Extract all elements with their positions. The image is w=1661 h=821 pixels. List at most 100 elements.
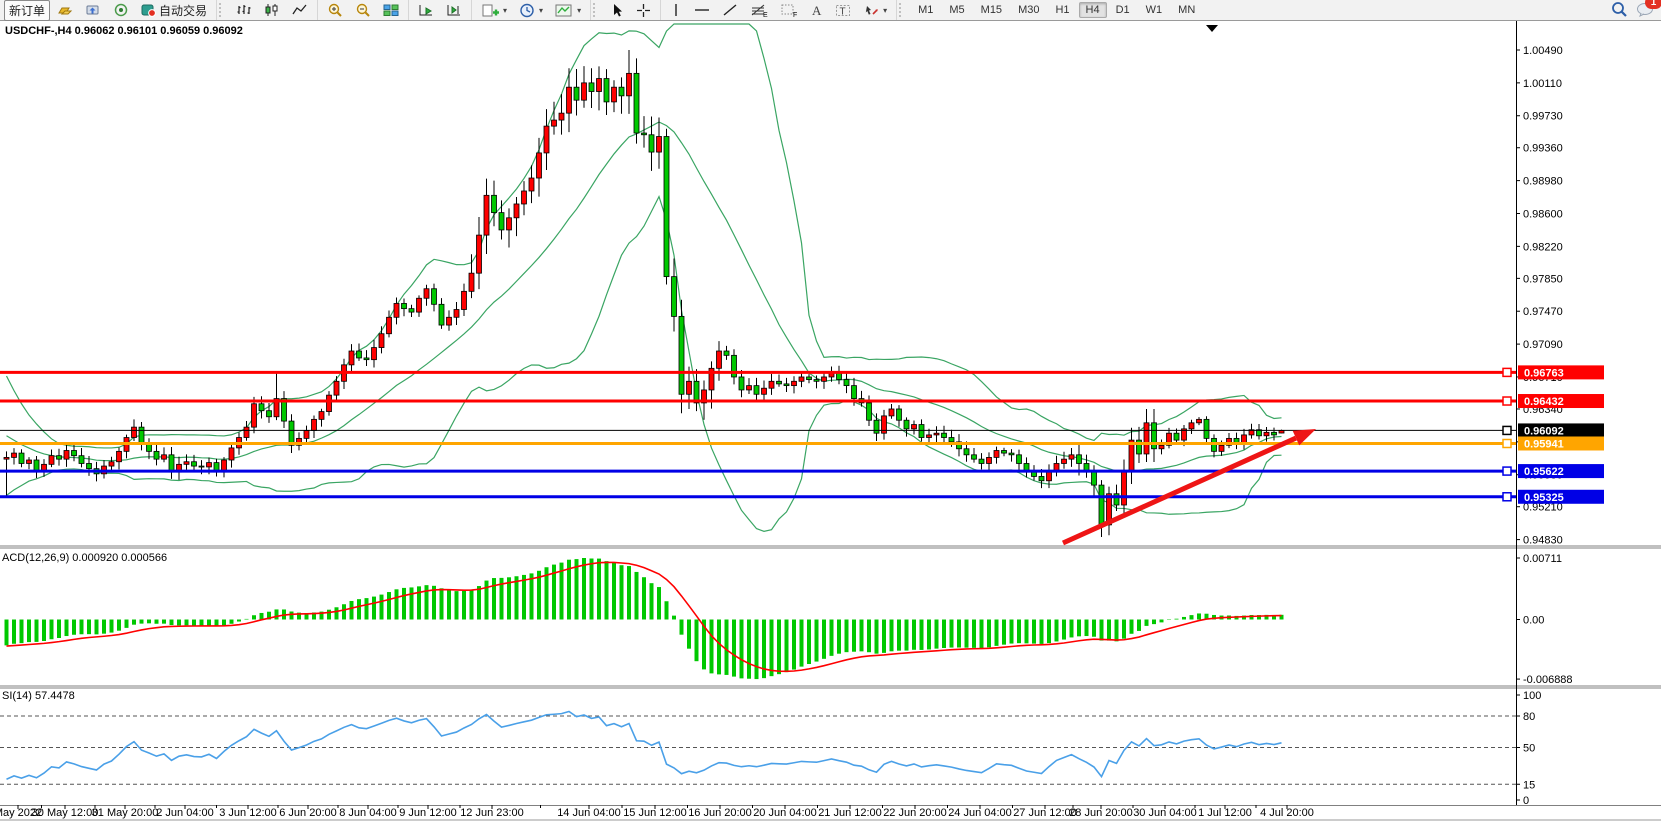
candle (972, 455, 977, 459)
search-icon[interactable] (1611, 1, 1628, 20)
cursor-icon[interactable] (605, 1, 629, 20)
price-tick-label: 0.97850 (1523, 273, 1563, 285)
candle (934, 433, 939, 435)
candle (259, 404, 264, 411)
tile-windows-icon[interactable] (378, 1, 404, 19)
price-chart[interactable]: 1.004901.001100.997300.993600.989800.986… (0, 21, 1661, 821)
level-line-anchor[interactable] (1503, 426, 1511, 434)
fibonacci-icon[interactable]: E (745, 1, 773, 20)
candle (132, 427, 137, 437)
candle (87, 463, 92, 468)
candle (949, 438, 954, 442)
candle (1099, 485, 1104, 525)
signal-broadcast-icon[interactable] (108, 1, 134, 19)
candle (1062, 459, 1067, 463)
candle (814, 380, 819, 382)
level-line-anchor[interactable] (1503, 493, 1511, 501)
order-group: 新订单 自动交易 (0, 0, 217, 20)
new-order-label: 新订单 (9, 2, 45, 19)
template-dropdown-arrow: ▾ (577, 6, 581, 15)
terminal-upload-icon[interactable] (80, 1, 106, 19)
candle (1092, 472, 1097, 485)
timeframe-m5[interactable]: M5 (942, 2, 971, 18)
timeframe-h1[interactable]: H1 (1048, 2, 1076, 18)
candle (514, 204, 519, 218)
horizontal-line-icon[interactable] (689, 1, 715, 19)
bar-chart-icon[interactable] (231, 1, 257, 19)
candlestick-chart-icon[interactable] (259, 1, 285, 19)
auto-scroll-icon[interactable] (413, 1, 439, 19)
candle (417, 298, 422, 312)
timeframe-w1[interactable]: W1 (1139, 2, 1170, 18)
candle (79, 456, 84, 464)
level-line-anchor[interactable] (1503, 439, 1511, 447)
auto-trading-icon (141, 3, 156, 17)
candle (1009, 453, 1014, 455)
chart-window[interactable]: 1.004901.001100.997300.993600.989800.986… (0, 21, 1661, 821)
candle (649, 135, 654, 152)
chart-template-icon[interactable]: ▾ (550, 1, 586, 20)
auto-trading-button[interactable]: 自动交易 (136, 0, 212, 21)
chart-type-group (227, 0, 318, 20)
notifications-icon[interactable]: 1 (1636, 1, 1655, 20)
candle (987, 457, 992, 463)
text-label-icon[interactable]: T (830, 1, 856, 20)
candle (409, 309, 414, 312)
chart-shift-icon[interactable] (441, 1, 467, 19)
candle (754, 386, 759, 395)
zoom-out-icon[interactable] (350, 1, 376, 20)
candle (1219, 445, 1224, 451)
candle (154, 451, 159, 459)
new-chart-icon[interactable]: ▾ (476, 1, 512, 20)
level-line-anchor[interactable] (1503, 368, 1511, 376)
candle (49, 456, 54, 465)
candle (312, 419, 317, 430)
gold-ingot-icon[interactable] (52, 1, 78, 19)
line-chart-icon[interactable] (287, 1, 313, 19)
chart-shift-marker[interactable] (1206, 25, 1218, 32)
candle (334, 381, 339, 395)
timeframe-d1[interactable]: D1 (1109, 2, 1137, 18)
candle (552, 120, 557, 126)
timeframe-mn[interactable]: MN (1171, 2, 1202, 18)
candle (904, 420, 909, 429)
trend-arrow-line[interactable] (1063, 438, 1296, 543)
svg-text:F: F (793, 12, 797, 18)
price-tick-label: 0.98600 (1523, 208, 1563, 220)
price-tick-label: 1.00490 (1523, 45, 1563, 57)
trendline-icon[interactable] (717, 1, 743, 19)
profiles-dropdown-arrow: ▾ (539, 6, 543, 15)
candle (57, 456, 62, 459)
candle (229, 448, 234, 460)
level-line-anchor[interactable] (1503, 397, 1511, 405)
candle (574, 87, 579, 100)
level-line-anchor[interactable] (1503, 467, 1511, 475)
timeframe-m1[interactable]: M1 (911, 2, 940, 18)
vertical-line-icon[interactable] (665, 1, 687, 19)
timeframe-m15[interactable]: M15 (974, 2, 1009, 18)
crosshair-icon[interactable] (631, 1, 656, 20)
zoom-in-icon[interactable] (322, 1, 348, 20)
timeframe-h4[interactable]: H4 (1079, 2, 1107, 18)
text-icon[interactable]: A (805, 1, 828, 19)
timeframe-m30[interactable]: M30 (1011, 2, 1046, 18)
rsi-tick-label: 80 (1523, 711, 1535, 723)
candle (739, 377, 744, 390)
candle (664, 137, 669, 277)
new-order-button[interactable]: 新订单 (4, 0, 50, 21)
candle (867, 403, 872, 420)
candle (207, 463, 212, 467)
arrows-shapes-icon[interactable]: ▾ (858, 1, 892, 20)
price-tick-label: 0.98220 (1523, 241, 1563, 253)
rsi-tick-label: 0 (1523, 795, 1529, 807)
grid-icon[interactable]: F (775, 1, 803, 20)
candle (109, 462, 114, 466)
candle (597, 79, 602, 92)
macd-tick-label: 0.00 (1523, 615, 1544, 627)
candle (642, 133, 647, 135)
profiles-clock-icon[interactable]: ▾ (514, 1, 548, 20)
candle (379, 334, 384, 348)
candle (792, 381, 797, 385)
candle (897, 409, 902, 420)
candle (777, 381, 782, 384)
